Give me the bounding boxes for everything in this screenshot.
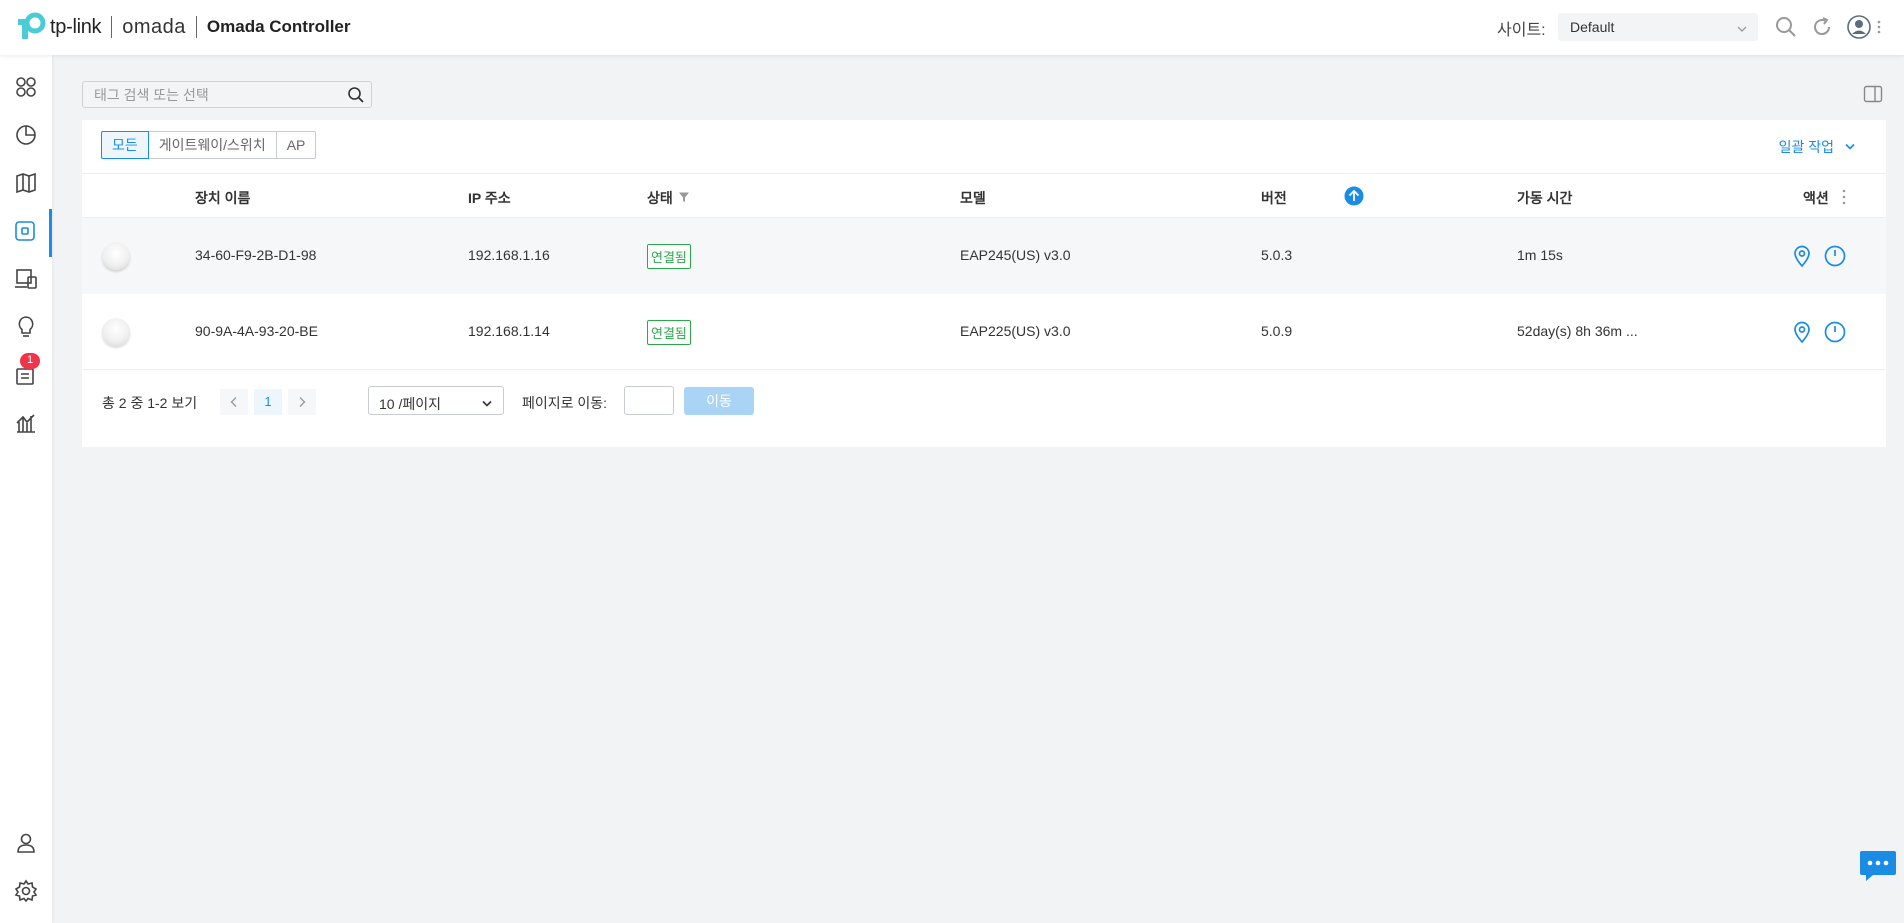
user-icon (14, 831, 38, 860)
sidebar-item-account[interactable] (0, 821, 52, 869)
user-avatar-icon[interactable] (1847, 15, 1871, 39)
device-version: 5.0.3 (1261, 247, 1293, 263)
map-icon (14, 171, 38, 200)
device-uptime: 52day(s) 8h 36m ... (1517, 323, 1638, 339)
filter-icon[interactable] (678, 190, 690, 206)
divider (82, 369, 1886, 370)
next-page-button[interactable] (288, 389, 316, 415)
panel-toggle-icon[interactable] (1863, 84, 1883, 104)
sidebar-item-devices[interactable] (0, 209, 52, 257)
table-header: 장치 이름 IP 주소 상태 모델 버전 가동 시간 액션 (82, 173, 1886, 218)
sidebar-item-map[interactable] (0, 161, 52, 209)
ap-device-icon (102, 318, 130, 346)
alerts-badge: 1 (20, 353, 41, 369)
tab-all[interactable]: 모든 (101, 131, 149, 159)
device-model: EAP225(US) v3.0 (960, 323, 1071, 339)
col-model[interactable]: 모델 (960, 188, 986, 208)
chat-support-icon[interactable] (1859, 849, 1897, 883)
status-badge: 연결됨 (647, 244, 691, 269)
sidebar-item-reports[interactable] (0, 401, 52, 449)
device-uptime: 1m 15s (1517, 247, 1563, 263)
chevron-down-icon (1736, 21, 1748, 37)
device-model: EAP245(US) v3.0 (960, 247, 1071, 263)
device-version: 5.0.9 (1261, 323, 1293, 339)
goto-page-input[interactable] (624, 386, 674, 415)
reports-icon (14, 411, 38, 440)
ap-device-icon (102, 242, 130, 270)
sidebar-item-logs[interactable]: 1 (0, 353, 52, 401)
tag-search (82, 81, 372, 108)
col-name[interactable]: 장치 이름 (195, 188, 250, 208)
sidebar-item-insight[interactable] (0, 305, 52, 353)
page-size-select[interactable]: 10 /페이지 (368, 386, 504, 415)
device-type-tabs: 모든 게이트웨이/스위치 AP (101, 131, 317, 159)
lightbulb-icon (14, 315, 38, 344)
pagination-total: 총 2 중 1-2 보기 (102, 395, 198, 411)
search-icon[interactable] (347, 86, 365, 109)
page-size-value: 10 /페이지 (379, 396, 441, 412)
device-icon (13, 219, 37, 248)
sidebar: 1 (0, 55, 52, 923)
col-uptime[interactable]: 가동 시간 (1517, 188, 1572, 208)
device-name[interactable]: 34-60-F9-2B-D1-98 (195, 247, 316, 263)
sidebar-item-dashboard[interactable] (0, 65, 52, 113)
chevron-down-icon (1844, 139, 1856, 155)
grid-icon (14, 75, 38, 104)
chevron-down-icon (481, 396, 493, 412)
sidebar-item-statistics[interactable] (0, 113, 52, 161)
bulk-action-button[interactable]: 일괄 작업 (1779, 137, 1856, 157)
tab-ap[interactable]: AP (275, 131, 317, 159)
goto-label: 페이지로 이동: (522, 395, 608, 411)
app-title: Omada Controller (206, 17, 351, 36)
site-select[interactable]: Default (1558, 13, 1758, 41)
locate-icon[interactable] (1790, 244, 1814, 268)
logo[interactable]: tp-link omada Omada Controller (14, 12, 351, 42)
sidebar-item-settings[interactable] (0, 869, 52, 917)
top-header: tp-link omada Omada Controller 사이트: Defa… (0, 0, 1904, 55)
sidebar-item-clients[interactable] (0, 257, 52, 305)
more-vertical-icon[interactable] (1874, 15, 1884, 39)
device-ip: 192.168.1.14 (468, 323, 550, 339)
device-name[interactable]: 90-9A-4A-93-20-BE (195, 323, 318, 339)
prev-page-button[interactable] (220, 389, 248, 415)
pagination: 총 2 중 1-2 보기 1 10 /페이지 페이지로 이동: 이동 (102, 386, 902, 416)
clients-icon (14, 267, 38, 296)
tab-gateway-switch[interactable]: 게이트웨이/스위치 (147, 131, 277, 159)
tag-search-input[interactable] (83, 82, 323, 107)
col-ip[interactable]: IP 주소 (468, 188, 511, 208)
device-ip: 192.168.1.16 (468, 247, 550, 263)
reboot-icon[interactable] (1823, 244, 1847, 268)
table-row[interactable]: 90-9A-4A-93-20-BE 192.168.1.14 연결됨 EAP22… (82, 294, 1886, 370)
page-number[interactable]: 1 (254, 389, 282, 415)
title-divider (195, 16, 197, 38)
column-settings-icon[interactable] (1841, 188, 1847, 211)
status-badge: 연결됨 (647, 320, 691, 345)
site-select-value: Default (1570, 19, 1615, 35)
reboot-icon[interactable] (1823, 320, 1847, 344)
tplink-logo-icon (14, 11, 46, 43)
brand-text: tp-link (50, 15, 102, 38)
table-row[interactable]: 34-60-F9-2B-D1-98 192.168.1.16 연결됨 EAP24… (82, 218, 1886, 294)
goto-button[interactable]: 이동 (684, 387, 754, 415)
col-status[interactable]: 상태 (647, 188, 690, 208)
locate-icon[interactable] (1790, 320, 1814, 344)
gear-icon (14, 879, 38, 908)
col-status-label: 상태 (647, 190, 673, 206)
pie-chart-icon (14, 123, 38, 152)
refresh-icon[interactable] (1810, 15, 1834, 39)
upgrade-icon[interactable] (1344, 186, 1364, 211)
product-text: omada (122, 15, 186, 38)
col-version[interactable]: 버전 (1261, 188, 1287, 208)
logo-divider (111, 16, 113, 38)
col-actions: 액션 (1803, 190, 1829, 206)
site-label: 사이트: (1497, 22, 1546, 39)
search-icon[interactable] (1774, 15, 1798, 39)
devices-card: 모든 게이트웨이/스위치 AP 일괄 작업 장치 이름 IP 주소 상태 모델 … (82, 120, 1886, 447)
bulk-action-label: 일괄 작업 (1778, 139, 1834, 155)
